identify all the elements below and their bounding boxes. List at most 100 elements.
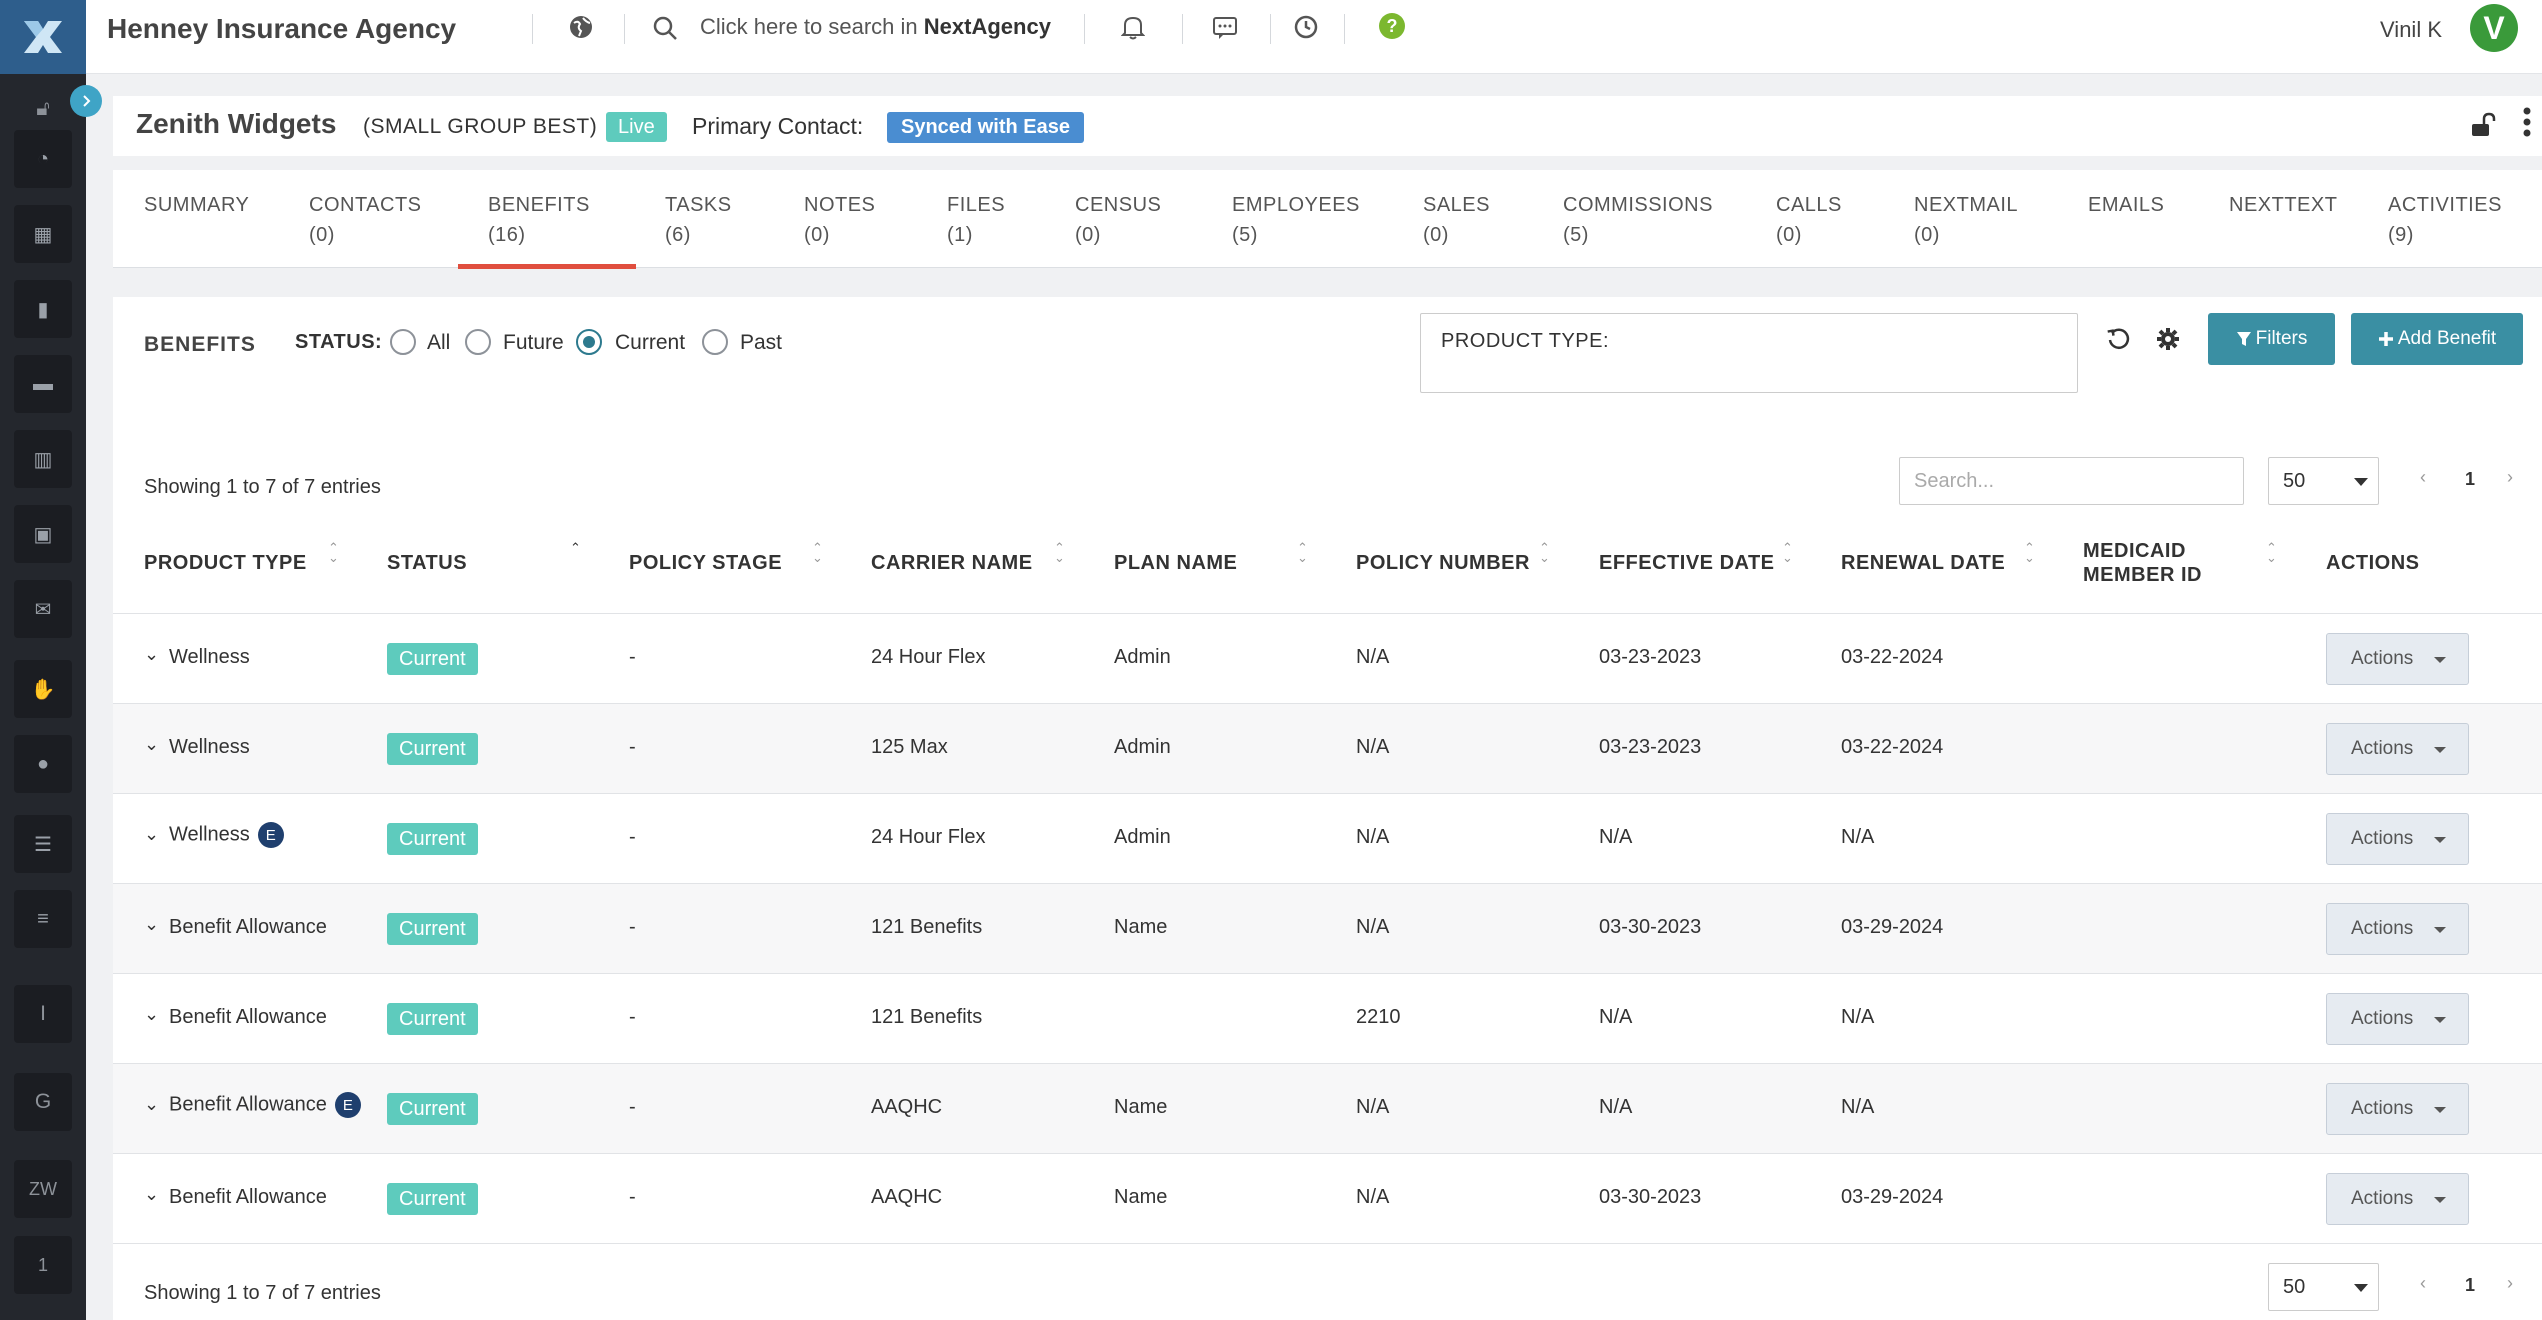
prev-page-icon[interactable]: ‹ [2420, 1273, 2426, 1294]
globe-icon[interactable] [568, 14, 594, 45]
current-page-bottom[interactable]: 1 [2465, 1275, 2475, 1296]
tab-nextmail[interactable]: NEXTMAIL (0) [1914, 190, 2018, 250]
radio-label-current[interactable]: Current [615, 331, 685, 355]
tab-nexttext[interactable]: NEXTTEXT [2229, 190, 2337, 220]
sidebar-toggle-button[interactable] [70, 85, 102, 117]
tab-tasks[interactable]: TASKS (6) [665, 190, 732, 250]
sidebar-recent-1[interactable]: 1 [0, 1236, 86, 1294]
more-vertical-icon[interactable] [2522, 106, 2532, 143]
page-length-select-top[interactable]: 50 [2268, 457, 2379, 505]
expand-chevron-icon[interactable]: ⌄ [144, 644, 159, 665]
sort-icon[interactable]: ⌃ ⌄ [328, 541, 339, 564]
sidebar-recent-zw[interactable]: ZW [0, 1160, 86, 1218]
radio-label-future[interactable]: Future [503, 331, 564, 355]
filters-button[interactable]: Filters [2208, 313, 2335, 365]
radio-status-all[interactable] [390, 329, 416, 355]
actions-dropdown-button[interactable]: Actions [2326, 723, 2469, 775]
next-page-icon[interactable]: › [2507, 467, 2513, 488]
actions-dropdown-button[interactable]: Actions [2326, 1083, 2469, 1135]
sidebar-item-deals[interactable]: ✋ [0, 660, 86, 718]
tab-calls[interactable]: CALLS (0) [1776, 190, 1842, 250]
radio-status-current[interactable] [576, 329, 602, 355]
policy-stage-cell: - [629, 646, 636, 668]
help-icon[interactable]: ? [1378, 12, 1406, 45]
col-header-effective-date[interactable]: EFFECTIVE DATE [1599, 551, 1775, 575]
col-header-plan-name[interactable]: PLAN NAME [1114, 551, 1237, 575]
tab-activities[interactable]: ACTIVITIES (9) [2388, 190, 2502, 250]
search-icon[interactable] [652, 15, 678, 46]
actions-dropdown-button[interactable]: Actions [2326, 993, 2469, 1045]
unlock-icon[interactable] [2470, 112, 2498, 143]
sidebar-item-mail[interactable]: ✉ [0, 580, 86, 638]
sidebar-item-calendar[interactable]: ▣ [0, 505, 86, 563]
sidebar-recent-g[interactable]: G [0, 1073, 86, 1131]
add-benefit-button[interactable]: Add Benefit [2351, 313, 2523, 365]
tab-commissions[interactable]: COMMISSIONS (5) [1563, 190, 1713, 250]
tab-census[interactable]: CENSUS (0) [1075, 190, 1161, 250]
radio-status-future[interactable] [465, 329, 491, 355]
radio-label-past[interactable]: Past [740, 331, 782, 355]
sort-icon[interactable]: ⌃ ⌄ [1054, 541, 1065, 564]
table-search-input[interactable]: Search... [1899, 457, 2244, 505]
clock-icon[interactable] [1293, 14, 1319, 45]
product-type-filter[interactable]: PRODUCT TYPE: [1420, 313, 2078, 393]
tab-emails[interactable]: EMAILS [2088, 190, 2164, 220]
sort-asc-icon[interactable]: ⌃ [570, 541, 581, 554]
actions-dropdown-button[interactable]: Actions [2326, 813, 2469, 865]
sort-icon[interactable]: ⌃ ⌄ [1539, 541, 1550, 564]
radio-label-all[interactable]: All [427, 331, 450, 355]
sidebar-item-contacts[interactable]: ▮ [0, 280, 86, 338]
sort-icon[interactable]: ⌃ ⌄ [1782, 541, 1793, 564]
current-page-top[interactable]: 1 [2465, 469, 2475, 490]
actions-dropdown-button[interactable]: Actions [2326, 903, 2469, 955]
col-header-carrier-name[interactable]: CARRIER NAME [871, 551, 1033, 575]
col-header-product-type[interactable]: PRODUCT TYPE [144, 551, 307, 575]
expand-chevron-icon[interactable]: ⌄ [144, 1184, 159, 1205]
sidebar-item-accounts[interactable]: ▬ [0, 355, 86, 413]
app-logo[interactable] [0, 0, 86, 74]
expand-chevron-icon[interactable]: ⌄ [144, 1094, 159, 1115]
avatar[interactable]: V [2470, 4, 2518, 52]
chat-icon[interactable] [1212, 16, 1238, 45]
col-header-renewal-date[interactable]: RENEWAL DATE [1841, 551, 2005, 575]
actions-dropdown-button[interactable]: Actions [2326, 633, 2469, 685]
expand-chevron-icon[interactable]: ⌄ [144, 734, 159, 755]
gear-icon[interactable] [2156, 327, 2180, 356]
sort-icon[interactable]: ⌃ ⌄ [2024, 541, 2035, 564]
col-header-policy-stage[interactable]: POLICY STAGE [629, 551, 782, 575]
primary-contact-badge[interactable]: Synced with Ease [887, 112, 1084, 143]
actions-dropdown-button[interactable]: Actions [2326, 1173, 2469, 1225]
tab-contacts[interactable]: CONTACTS (0) [309, 190, 422, 250]
tab-notes[interactable]: NOTES (0) [804, 190, 875, 250]
radio-status-past[interactable] [702, 329, 728, 355]
tab-files[interactable]: FILES (1) [947, 190, 1005, 250]
expand-chevron-icon[interactable]: ⌄ [144, 824, 159, 845]
global-search[interactable]: Click here to search in NextAgency [700, 14, 1051, 40]
col-header-medicaid-member-id[interactable]: MEDICAID MEMBER ID [2083, 539, 2223, 587]
sidebar-recent-i[interactable]: I [0, 985, 86, 1043]
sort-icon[interactable]: ⌃ ⌄ [812, 541, 823, 564]
sidebar-item-menu[interactable]: ≡ [0, 890, 86, 948]
prev-page-icon[interactable]: ‹ [2420, 467, 2426, 488]
page-length-select-bottom[interactable]: 50 [2268, 1263, 2379, 1311]
tab-employees[interactable]: EMPLOYEES (5) [1232, 190, 1360, 250]
tab-sales[interactable]: SALES (0) [1423, 190, 1490, 250]
reset-icon[interactable] [2106, 327, 2130, 356]
sidebar-item-reports[interactable]: ▥ [0, 430, 86, 488]
sidebar-item-dashboard[interactable]: ◔ [0, 130, 86, 188]
next-page-icon[interactable]: › [2507, 1273, 2513, 1294]
tab-summary[interactable]: SUMMARY [144, 190, 249, 220]
expand-chevron-icon[interactable]: ⌄ [144, 1004, 159, 1025]
sidebar-item-users[interactable]: ● [0, 735, 86, 793]
sort-icon[interactable]: ⌃ ⌄ [2266, 541, 2277, 564]
sidebar-item-apps[interactable]: ▦ [0, 205, 86, 263]
sort-icon[interactable]: ⌃ ⌄ [1297, 541, 1308, 564]
user-name[interactable]: Vinil K [2380, 17, 2442, 43]
col-header-policy-number[interactable]: POLICY NUMBER [1356, 551, 1530, 575]
expand-chevron-icon[interactable]: ⌄ [144, 914, 159, 935]
bell-icon[interactable] [1120, 14, 1146, 45]
col-header-status[interactable]: STATUS [387, 551, 467, 575]
tab-benefits[interactable]: BENEFITS (16) [488, 190, 590, 250]
sidebar-item-list[interactable]: ☰ [0, 815, 86, 873]
policy-stage-cell: - [629, 1096, 636, 1118]
